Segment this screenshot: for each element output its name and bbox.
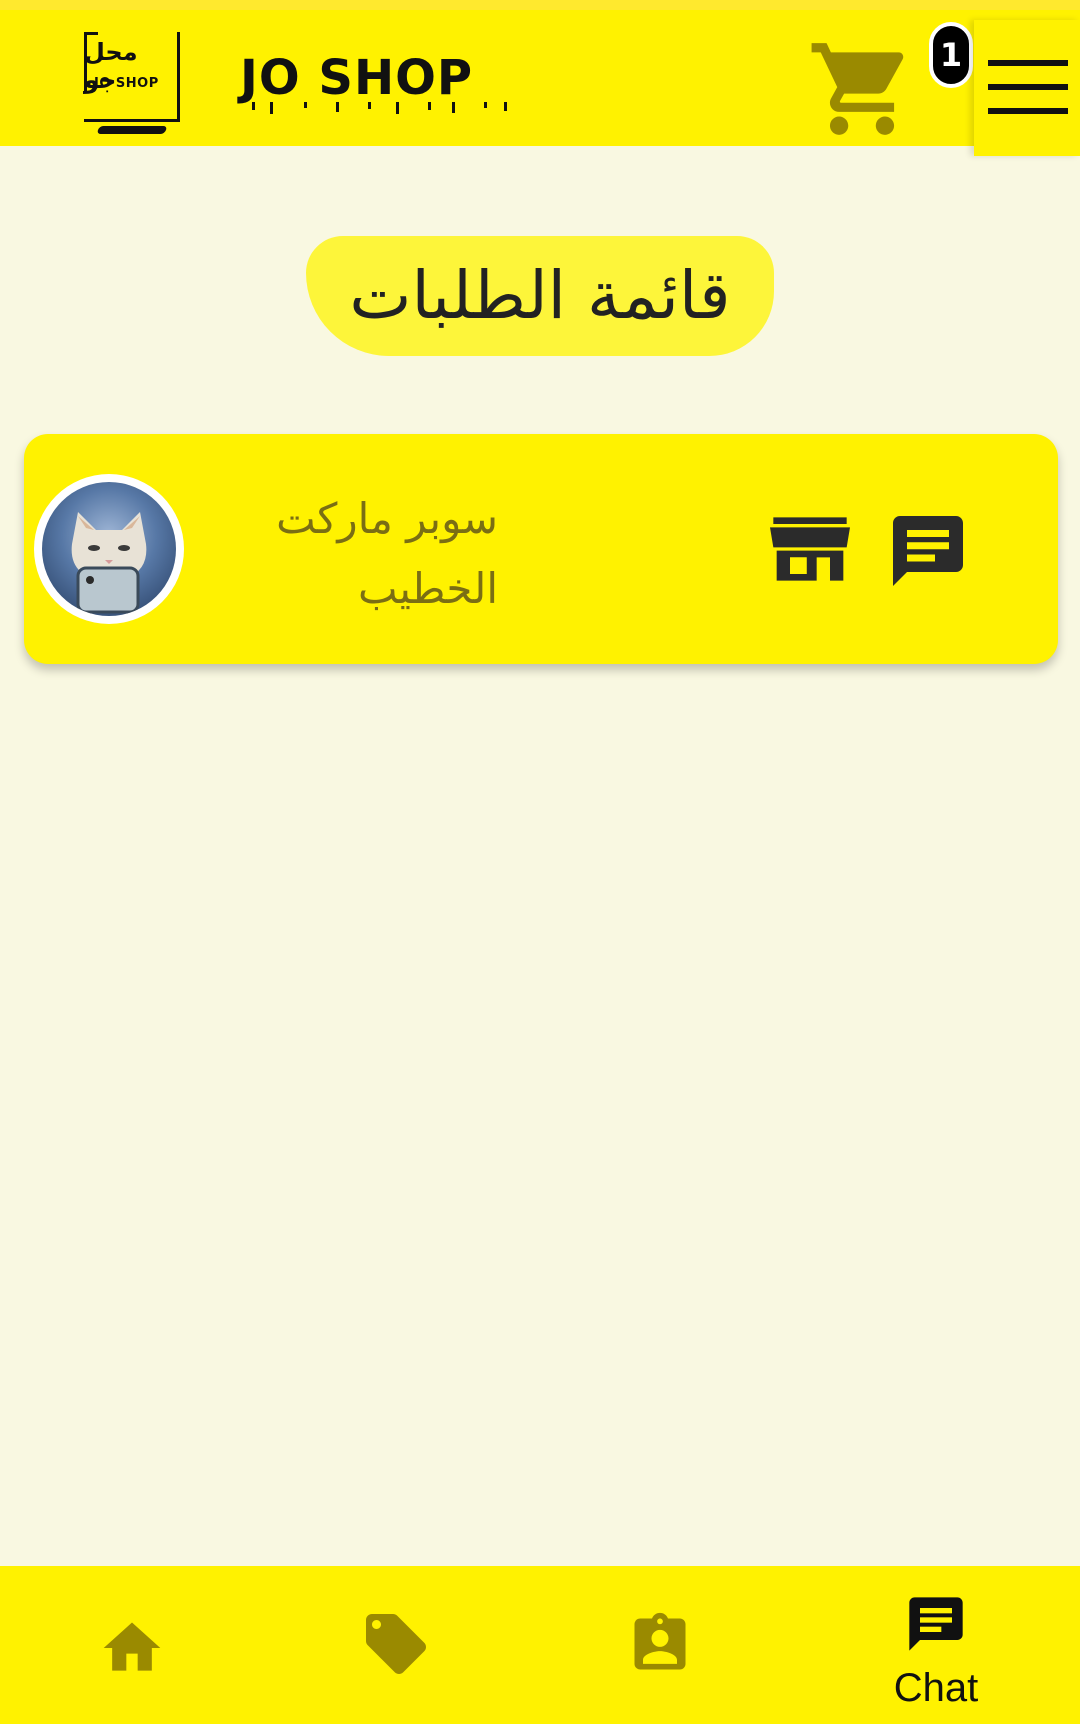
contact-badge-icon <box>634 1612 686 1670</box>
brand-title: JO SHOP <box>240 50 474 106</box>
logo-scribble <box>96 126 168 134</box>
store-name[interactable]: سوبر ماركت الخطيب <box>198 484 498 624</box>
shopping-cart-icon <box>811 43 904 135</box>
nav-chat-label: Chat <box>893 1666 979 1710</box>
chat-icon <box>893 516 963 586</box>
order-card[interactable]: سوبر ماركت الخطيب <box>24 434 1058 664</box>
brand-drips <box>252 102 507 114</box>
menu-button[interactable] <box>974 20 1080 156</box>
home-icon <box>103 1622 161 1671</box>
cat-with-phone-avatar <box>42 482 176 616</box>
cart-count-badge: 1 <box>929 22 973 88</box>
chat-button[interactable] <box>886 508 970 594</box>
store-button[interactable] <box>770 514 850 584</box>
nav-chat[interactable]: Chat <box>866 1566 1006 1724</box>
nav-offers[interactable] <box>326 1566 466 1724</box>
app-header: محل جو JO SHOP JO SHOP 1 <box>0 0 1080 156</box>
logo-english-text: JO SHOP <box>94 76 159 91</box>
page-title-pill: قائمة الطلبات <box>306 236 774 356</box>
chat-icon <box>909 1597 963 1651</box>
store-avatar[interactable] <box>34 474 184 624</box>
nav-home[interactable] <box>62 1566 202 1724</box>
cart-button[interactable] <box>806 34 918 144</box>
bottom-navigation: Chat <box>0 1566 1080 1724</box>
storefront-icon <box>770 517 850 581</box>
page-title: قائمة الطلبات <box>349 257 731 334</box>
tag-icon <box>366 1614 426 1674</box>
logo-frame: محل جو JO SHOP <box>84 32 180 122</box>
nav-profile[interactable] <box>590 1566 730 1724</box>
